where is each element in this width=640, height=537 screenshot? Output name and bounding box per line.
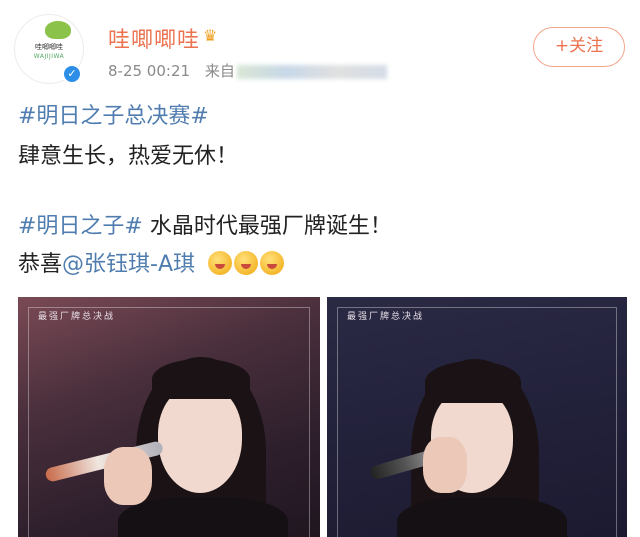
post-text-line-2: 肆意生长，热爱无休！ [18,144,239,169]
source-prefix: 来自 [204,62,235,80]
singer-hand [104,447,152,505]
post-line-4: 恭喜@张钰琪-A琪 [18,250,286,280]
user-mention[interactable]: @张钰琪-A琪 [62,252,195,277]
photo-caption: 最强厂牌总决战 [38,312,116,322]
blowing-kiss-emoji-icon [234,251,259,275]
verified-check-icon: ✓ [62,64,82,84]
post-meta: 8-25 00:21 来自 [108,60,387,81]
post-photo-2[interactable]: 最强厂牌总决战 [327,297,627,537]
follow-button[interactable]: +关注 [533,27,625,67]
frog-logo-icon [45,21,71,39]
singer-shirt [118,497,288,537]
post-photo-1[interactable]: 最强厂牌总决战 [18,297,320,537]
photo-caption: 最强厂牌总决战 [347,312,425,322]
avatar-sub-text: WAJIJIWA [33,53,65,60]
username[interactable]: 哇唧唧哇 [108,22,200,54]
singer-hand [423,437,467,493]
blowing-kiss-emoji-icon [260,251,285,275]
blowing-kiss-emoji-icon [208,251,233,275]
singer-bangs [425,361,521,403]
hashtag-show[interactable]: #明日之子# [18,214,143,239]
post-line-2: 肆意生长，热爱无休！ [18,142,238,172]
post-text-line-3: 水晶时代最强厂牌诞生！ [142,214,392,239]
avatar-brand-text: 哇唧唧哇 [35,43,63,51]
post-line-1: #明日之子总决赛# [18,102,209,132]
crown-icon: ♛ [203,26,218,45]
blurred-source [236,64,387,79]
congrats-text: 恭喜 [18,252,63,277]
singer-shirt [397,497,567,537]
singer-bangs [152,359,250,399]
singer-face [158,385,242,493]
hashtag-finals[interactable]: #明日之子总决赛# [18,104,209,129]
post-line-3: #明日之子# 水晶时代最强厂牌诞生！ [18,212,392,242]
timestamp[interactable]: 8-25 00:21 [108,62,190,80]
